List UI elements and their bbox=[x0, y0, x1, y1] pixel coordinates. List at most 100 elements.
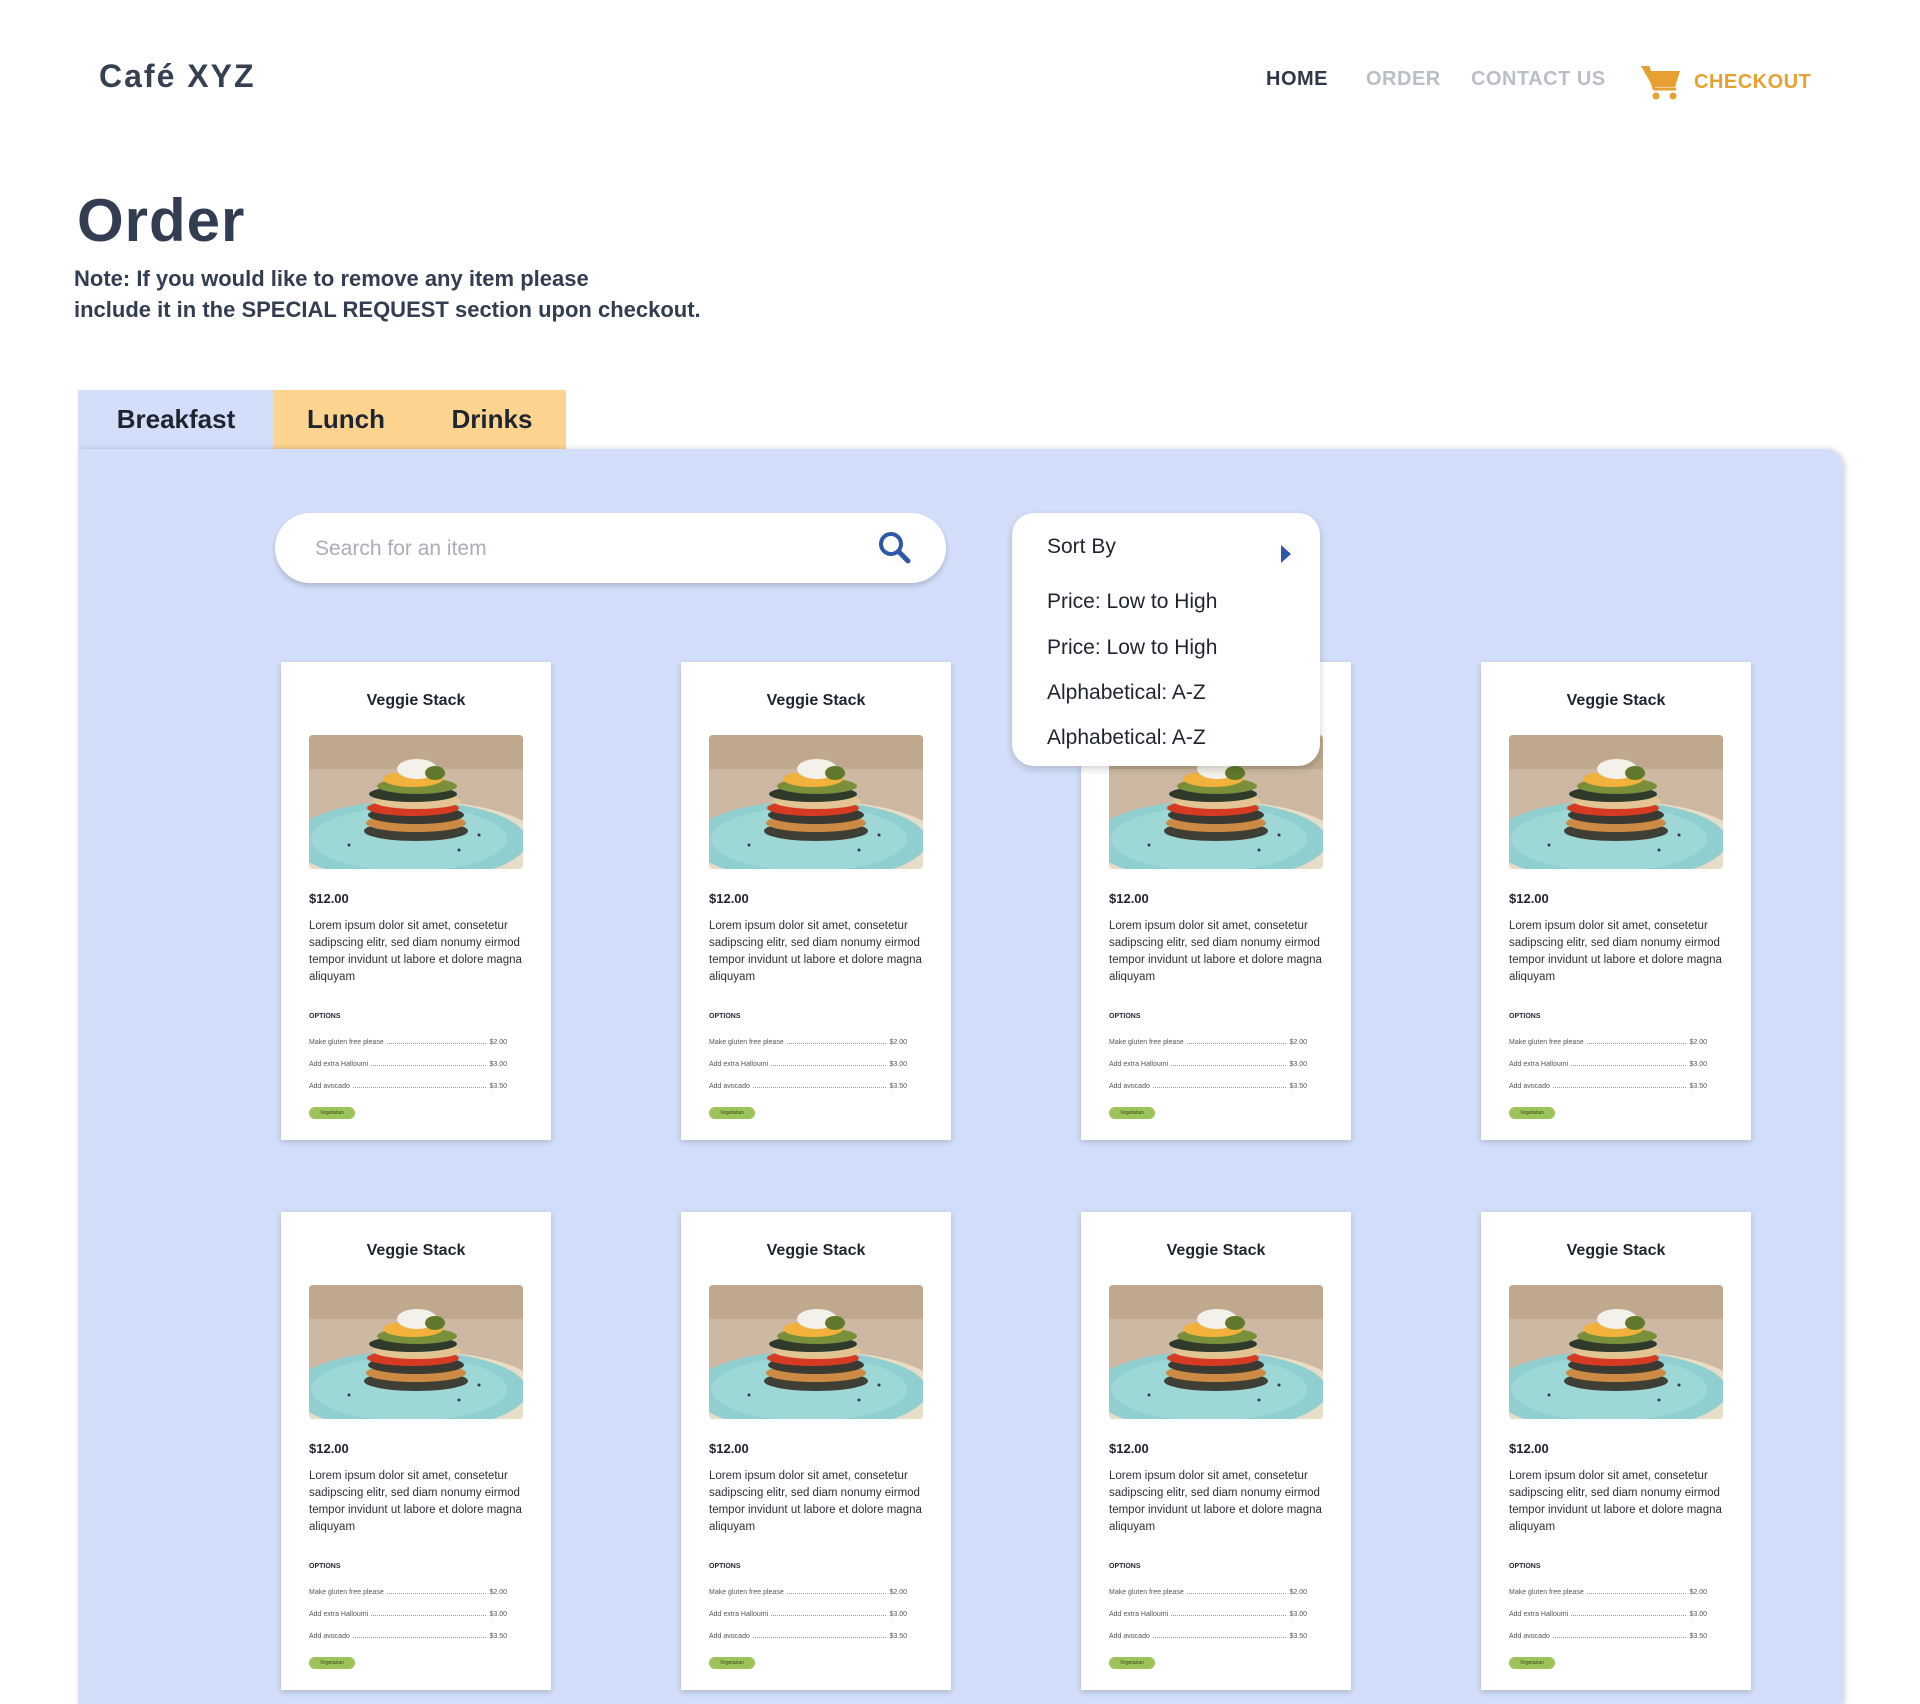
item-option[interactable]: Add extra Halloumi $3.00 bbox=[309, 1608, 507, 1618]
option-leader bbox=[1186, 1593, 1287, 1594]
menu-item-card[interactable]: Veggie Stack $12.00 Lorem ipsum dolor sit … bbox=[1081, 1212, 1351, 1690]
item-option[interactable]: Add avocado $3.50 bbox=[709, 1080, 907, 1090]
item-price: $12.00 bbox=[309, 891, 349, 906]
option-label: Add avocado bbox=[709, 1083, 750, 1090]
tab-lunch[interactable]: Lunch bbox=[274, 390, 418, 449]
item-option[interactable]: Make gluten free please $2.00 bbox=[1109, 1586, 1307, 1596]
option-label: Make gluten free please bbox=[1109, 1039, 1184, 1046]
option-leader bbox=[1171, 1615, 1287, 1616]
vegetarian-badge: Vegetarian bbox=[709, 1107, 755, 1119]
item-title: Veggie Stack bbox=[766, 1242, 866, 1259]
item-option[interactable]: Add avocado $3.50 bbox=[309, 1630, 507, 1640]
item-image bbox=[1509, 735, 1723, 869]
option-price: $2.00 bbox=[1689, 1039, 1707, 1046]
option-price: $3.00 bbox=[889, 1061, 907, 1068]
option-label: Make gluten free please bbox=[1509, 1039, 1584, 1046]
item-option[interactable]: Make gluten free please $2.00 bbox=[709, 1586, 907, 1596]
item-description: Lorem ipsum dolor sit amet, consetetur s… bbox=[1509, 1470, 1722, 1533]
item-option[interactable]: Add extra Halloumi $3.00 bbox=[709, 1608, 907, 1618]
option-price: $2.00 bbox=[889, 1039, 907, 1046]
item-price: $12.00 bbox=[1109, 1441, 1149, 1456]
menu-item-card[interactable]: Veggie Stack $12.00 Lorem ipsum dolor sit … bbox=[281, 662, 551, 1140]
options-heading: OPTIONS bbox=[709, 1563, 741, 1570]
option-price: $3.00 bbox=[1289, 1061, 1307, 1068]
option-label: Add extra Halloumi bbox=[1109, 1061, 1169, 1068]
item-description: Lorem ipsum dolor sit amet, consetetur s… bbox=[709, 1470, 922, 1533]
option-label: Add extra Halloumi bbox=[709, 1061, 769, 1068]
option-leader bbox=[1571, 1615, 1687, 1616]
sort-option-alphabetical[interactable]: Alphabetical: A-Z bbox=[1047, 726, 1206, 750]
tab-breakfast[interactable]: Breakfast bbox=[78, 390, 274, 449]
nav-contact-link[interactable]: CONTACT US bbox=[1471, 68, 1606, 91]
item-price: $12.00 bbox=[309, 1441, 349, 1456]
option-price: $2.00 bbox=[489, 1039, 507, 1046]
sort-option-price-low-high[interactable]: Price: Low to High bbox=[1047, 636, 1217, 660]
item-option[interactable]: Add extra Halloumi $3.00 bbox=[1509, 1608, 1707, 1618]
option-leader bbox=[771, 1615, 887, 1616]
vegetarian-badge: Vegetarian bbox=[709, 1657, 755, 1669]
option-label: Make gluten free please bbox=[709, 1589, 784, 1596]
item-option[interactable]: Add avocado $3.50 bbox=[1109, 1630, 1307, 1640]
menu-item-card[interactable]: Veggie Stack $12.00 Lorem ipsum dolor sit … bbox=[281, 1212, 551, 1690]
nav-order-link[interactable]: ORDER bbox=[1366, 68, 1441, 91]
caret-right-icon[interactable] bbox=[1279, 543, 1293, 565]
option-leader bbox=[386, 1043, 487, 1044]
search-input[interactable] bbox=[313, 530, 857, 568]
item-image bbox=[709, 735, 923, 869]
option-price: $2.00 bbox=[1289, 1589, 1307, 1596]
menu-item-card[interactable]: Veggie Stack $12.00 Lorem ipsum dolor sit … bbox=[681, 1212, 951, 1690]
item-option[interactable]: Add extra Halloumi $3.00 bbox=[1509, 1058, 1707, 1068]
nav-home-link[interactable]: HOME bbox=[1266, 68, 1328, 91]
option-label: Make gluten free please bbox=[1109, 1589, 1184, 1596]
item-option[interactable]: Make gluten free please $2.00 bbox=[309, 1036, 507, 1046]
sort-option-alphabetical[interactable]: Alphabetical: A-Z bbox=[1047, 681, 1206, 705]
option-label: Add extra Halloumi bbox=[309, 1611, 369, 1618]
item-option[interactable]: Make gluten free please $2.00 bbox=[1509, 1586, 1707, 1596]
sort-option-price-low-high[interactable]: Price: Low to High bbox=[1047, 590, 1217, 614]
item-option[interactable]: Add avocado $3.50 bbox=[1109, 1080, 1307, 1090]
checkout-button[interactable]: CHECKOUT bbox=[1640, 62, 1811, 102]
option-leader bbox=[371, 1615, 487, 1616]
option-price: $2.00 bbox=[489, 1589, 507, 1596]
option-price: $3.50 bbox=[889, 1633, 907, 1640]
menu-item-card[interactable]: Veggie Stack $12.00 Lorem ipsum dolor sit … bbox=[681, 662, 951, 1140]
item-option[interactable]: Add avocado $3.50 bbox=[709, 1630, 907, 1640]
vegetarian-badge: Vegetarian bbox=[1509, 1107, 1555, 1119]
search-icon[interactable] bbox=[877, 530, 911, 564]
shopping-cart-icon bbox=[1641, 65, 1680, 100]
order-note-line-2: include it in the SPECIAL REQUEST sectio… bbox=[74, 297, 701, 322]
item-option[interactable]: Make gluten free please $2.00 bbox=[309, 1586, 507, 1596]
menu-tabs: Breakfast Lunch Drinks bbox=[78, 390, 566, 449]
item-option[interactable]: Add avocado $3.50 bbox=[1509, 1080, 1707, 1090]
vegetarian-badge: Vegetarian bbox=[1509, 1657, 1555, 1669]
item-option[interactable]: Add extra Halloumi $3.00 bbox=[1109, 1608, 1307, 1618]
item-option[interactable]: Make gluten free please $2.00 bbox=[1109, 1036, 1307, 1046]
vegetarian-badge: Vegetarian bbox=[309, 1657, 355, 1669]
item-option[interactable]: Add avocado $3.50 bbox=[309, 1080, 507, 1090]
item-title: Veggie Stack bbox=[366, 692, 466, 709]
option-leader bbox=[386, 1593, 487, 1594]
item-option[interactable]: Make gluten free please $2.00 bbox=[1509, 1036, 1707, 1046]
option-price: $3.00 bbox=[889, 1611, 907, 1618]
options-heading: OPTIONS bbox=[1509, 1563, 1541, 1570]
option-leader bbox=[1152, 1637, 1287, 1638]
tab-drinks[interactable]: Drinks bbox=[418, 390, 566, 449]
sort-by-label[interactable]: Sort By bbox=[1047, 535, 1297, 565]
option-price: $3.00 bbox=[1689, 1061, 1707, 1068]
option-label: Make gluten free please bbox=[309, 1039, 384, 1046]
item-description: Lorem ipsum dolor sit amet, consetetur s… bbox=[309, 1470, 522, 1533]
sort-dropdown: Sort By Price: Low to High Price: Low to… bbox=[1012, 513, 1320, 766]
option-label: Add avocado bbox=[309, 1083, 350, 1090]
item-option[interactable]: Add extra Halloumi $3.00 bbox=[709, 1058, 907, 1068]
option-label: Make gluten free please bbox=[709, 1039, 784, 1046]
item-option[interactable]: Add extra Halloumi $3.00 bbox=[1109, 1058, 1307, 1068]
item-title: Veggie Stack bbox=[1566, 1242, 1666, 1259]
item-option[interactable]: Add avocado $3.50 bbox=[1509, 1630, 1707, 1640]
item-option[interactable]: Add extra Halloumi $3.00 bbox=[309, 1058, 507, 1068]
menu-item-card[interactable]: Veggie Stack $12.00 Lorem ipsum dolor sit … bbox=[1481, 1212, 1751, 1690]
menu-item-card[interactable]: Veggie Stack $12.00 Lorem ipsum dolor sit … bbox=[1481, 662, 1751, 1140]
option-label: Add extra Halloumi bbox=[709, 1611, 769, 1618]
item-option[interactable]: Make gluten free please $2.00 bbox=[709, 1036, 907, 1046]
item-price: $12.00 bbox=[1509, 1441, 1549, 1456]
option-label: Make gluten free please bbox=[309, 1589, 384, 1596]
